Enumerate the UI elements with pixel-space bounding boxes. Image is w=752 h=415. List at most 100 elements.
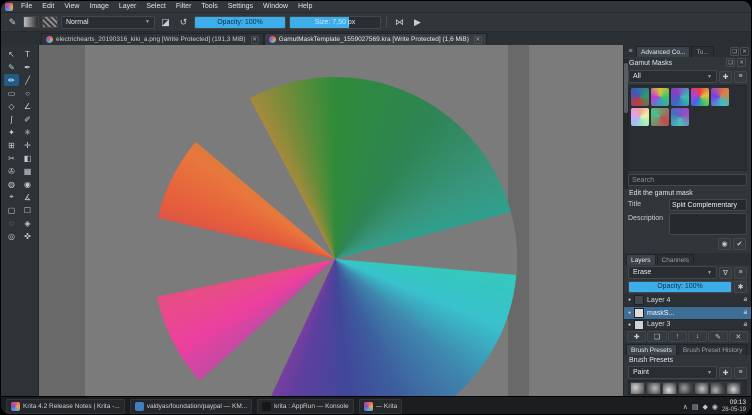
visibility-icon[interactable]: ●	[628, 297, 631, 303]
size-slider[interactable]: Size: 7,50 px	[289, 15, 381, 29]
fill-tool[interactable]: ◍	[4, 178, 19, 190]
opacity-slider[interactable]: Opacity: 100%	[194, 15, 286, 29]
menu-item[interactable]: Settings	[223, 1, 258, 12]
tray-expand-icon[interactable]: ∧	[683, 403, 688, 411]
ellipse-tool[interactable]: ○	[20, 87, 35, 99]
measure-tool[interactable]: ∡	[20, 191, 35, 203]
gamut-mask-thumb[interactable]	[651, 88, 669, 106]
freehand-path-tool[interactable]: ✐	[20, 113, 35, 125]
transform-tool[interactable]: ⊞	[4, 139, 19, 151]
layer-blending-select[interactable]: Erase ▼	[628, 266, 717, 279]
gamut-mask-thumb[interactable]	[631, 108, 649, 126]
gamut-mask-thumb[interactable]	[671, 88, 689, 106]
gamut-mask-thumb[interactable]	[651, 108, 669, 126]
brush-preset-thumb[interactable]	[662, 382, 677, 394]
brush-preset-thumb[interactable]	[630, 382, 645, 394]
close-icon[interactable]: ✕	[740, 47, 749, 56]
mask-title-input[interactable]	[669, 199, 747, 211]
alpha-lock-icon[interactable]: a	[744, 322, 747, 328]
menu-item[interactable]: Layer	[114, 1, 142, 12]
close-icon[interactable]: ✕	[250, 35, 259, 44]
alpha-lock-icon[interactable]: a	[744, 297, 747, 303]
crop-tool[interactable]: ✂	[4, 152, 19, 164]
blending-mode-select[interactable]: Normal ▼	[61, 15, 155, 29]
menu-item[interactable]: Help	[293, 1, 317, 12]
delete-layer-button[interactable]: ✕	[728, 331, 748, 342]
menu-item[interactable]: Filter	[171, 1, 197, 12]
duplicate-layer-button[interactable]: ❏	[647, 331, 667, 342]
document-tab[interactable]: GamutMaskTemplate_1559027569.kra [Write …	[263, 33, 487, 45]
reload-preset-icon[interactable]: ↺	[176, 15, 191, 29]
layer-row[interactable]: ● Layer 4 a	[624, 294, 751, 307]
docker-scrollbar[interactable]	[624, 59, 628, 189]
dynamic-brush-tool[interactable]: ✦	[4, 126, 19, 138]
mirror-icon[interactable]: ⋈	[392, 15, 407, 29]
canvas[interactable]	[39, 45, 623, 396]
brush-preset-thumb[interactable]	[694, 382, 709, 394]
menu-icon[interactable]: ≡	[734, 70, 747, 83]
gamut-mask-thumb[interactable]	[691, 88, 709, 106]
menu-item[interactable]: File	[16, 1, 37, 12]
menu-item[interactable]: Image	[84, 1, 113, 12]
move-tool[interactable]: ✛	[20, 139, 35, 151]
gamut-filter-select[interactable]: All ▼	[628, 70, 717, 83]
menu-item[interactable]: Edit	[37, 1, 59, 12]
layer-opacity-slider[interactable]: Opacity: 100%	[628, 281, 732, 293]
ellipse-select-tool[interactable]: ◌	[4, 217, 19, 229]
document-tab[interactable]: electrichearts_20190316_kiki_a.png [Writ…	[41, 33, 264, 45]
menu-item[interactable]: Tools	[196, 1, 222, 12]
search-input[interactable]	[628, 174, 747, 186]
eraser-mode-icon[interactable]: ◪	[158, 15, 173, 29]
alpha-lock-icon[interactable]: a	[744, 310, 747, 316]
clock[interactable]: 09:13 28-05-19	[722, 399, 746, 414]
pattern-edit-tool[interactable]: ▦	[20, 165, 35, 177]
float-docker-icon[interactable]: ❏	[730, 47, 739, 56]
text-tool[interactable]: T	[20, 48, 35, 60]
gamut-mask-thumb[interactable]	[631, 88, 649, 106]
layer-options-icon[interactable]: ✱	[734, 281, 747, 293]
pattern-chooser[interactable]	[42, 16, 58, 28]
gamut-mask-thumb[interactable]	[671, 108, 689, 126]
close-icon[interactable]: ✕	[473, 35, 482, 44]
tag-icon[interactable]: ✚	[719, 70, 732, 83]
rect-select-tool[interactable]: ☐	[20, 204, 35, 216]
add-layer-button[interactable]: ✚	[627, 331, 647, 342]
brush-filter-select[interactable]: Paint ▼	[628, 366, 717, 379]
layer-row[interactable]: ● Layer 3 a	[624, 320, 751, 330]
brush-preset-thumb[interactable]	[646, 382, 661, 394]
zoom-tool[interactable]: ◎	[4, 230, 19, 242]
close-icon[interactable]: ✕	[737, 58, 746, 67]
assistants-tool[interactable]: ⌖	[4, 191, 19, 203]
bezier-curve-tool[interactable]: ∫	[4, 113, 19, 125]
mask-description-input[interactable]	[669, 213, 747, 235]
view-mode-icon[interactable]: ≡	[734, 266, 747, 279]
multibrush-tool[interactable]: ✳	[20, 126, 35, 138]
docker-tab[interactable]: Advanced Co...	[636, 46, 691, 57]
pan-tool[interactable]: ✜	[20, 230, 35, 242]
edit-shapes-tool[interactable]: ✎	[4, 61, 19, 73]
docker-tab[interactable]: Brush Presets	[626, 344, 677, 355]
taskbar-window-button[interactable]: valdyas/foundation/paypal — KM...	[129, 399, 253, 414]
calligraphy-tool[interactable]: ✒	[20, 61, 35, 73]
docker-tab[interactable]: Brush Preset History	[677, 344, 748, 355]
menu-icon[interactable]: ≡	[734, 366, 747, 379]
docker-tab[interactable]: Layers	[626, 254, 656, 265]
filter-icon[interactable]: ∇	[719, 266, 732, 279]
gradient-tool[interactable]: ◧	[20, 152, 35, 164]
color-sampler-tool[interactable]: ✇	[4, 165, 19, 177]
hamburger-icon[interactable]: ≡	[626, 47, 635, 56]
layer-row[interactable]: ● maskS... a	[624, 307, 751, 320]
menu-item[interactable]: Select	[141, 1, 170, 12]
reference-images-tool[interactable]: ▢	[4, 204, 19, 216]
tray-display-icon[interactable]: ◆	[702, 403, 707, 411]
polyline-tool[interactable]: ∠	[20, 100, 35, 112]
visibility-icon[interactable]: ●	[628, 322, 631, 328]
move-layer-up-button[interactable]: ↑	[667, 331, 687, 342]
menu-item[interactable]: Window	[258, 1, 293, 12]
wrap-around-icon[interactable]: ▶	[410, 15, 425, 29]
polygon-tool[interactable]: ◇	[4, 100, 19, 112]
similar-select-tool[interactable]: ◈	[20, 217, 35, 229]
taskbar-window-button[interactable]: krita : AppRun — Konsole	[257, 399, 354, 414]
taskbar-window-button[interactable]: Krita 4.2 Release Notes | Krita -...	[6, 399, 125, 414]
float-docker-icon[interactable]: ❏	[726, 58, 735, 67]
